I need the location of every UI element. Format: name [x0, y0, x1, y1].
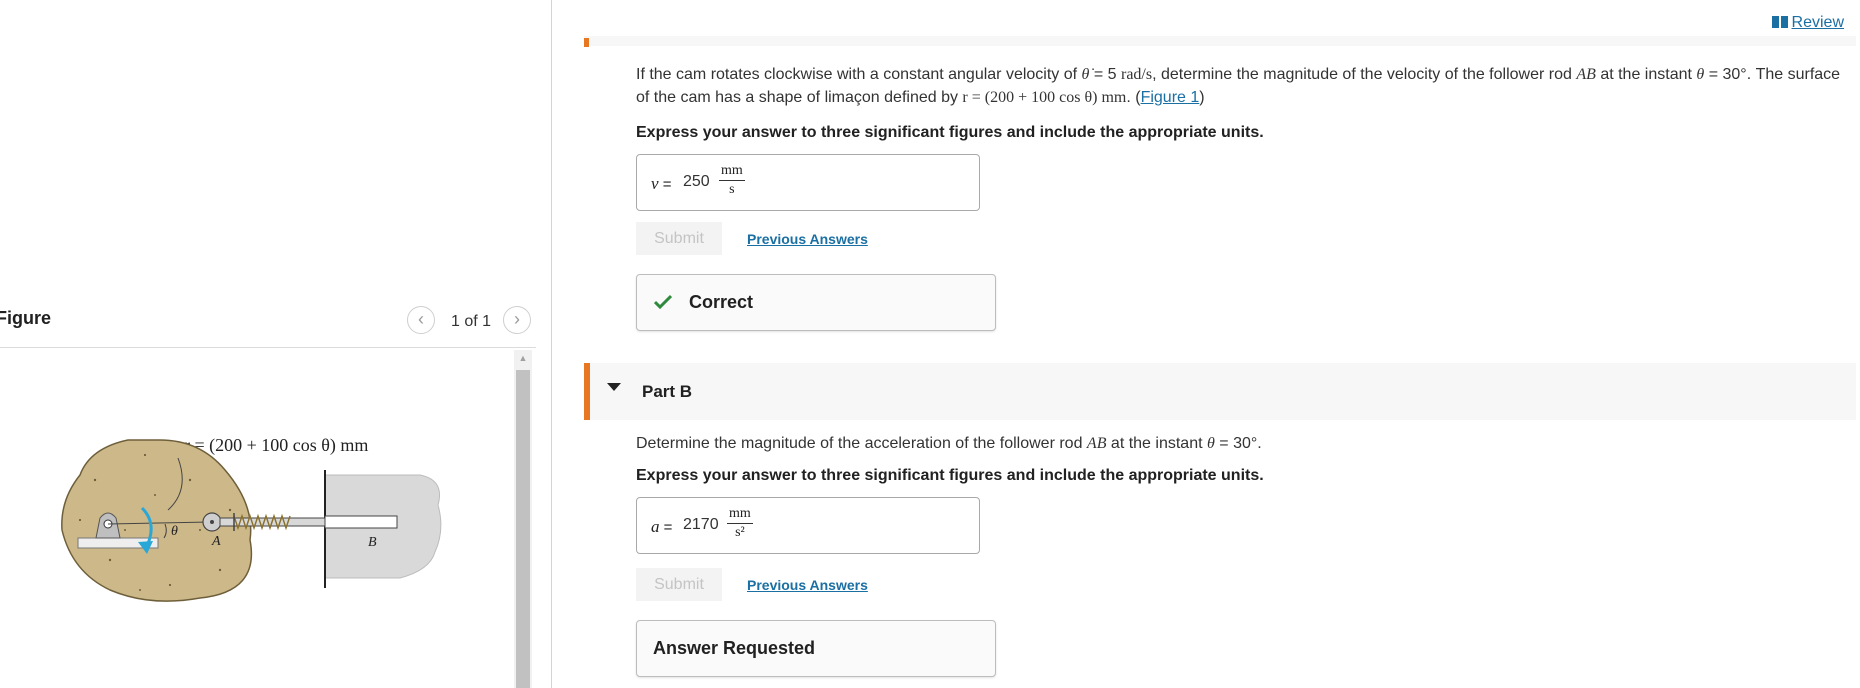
previous-figure-button[interactable]: ‹ [407, 306, 435, 334]
figure-label-b: B [368, 535, 377, 550]
answer-variable: v = [651, 174, 672, 193]
answer-value: 2170 [683, 516, 719, 533]
scrollbar-thumb[interactable] [516, 370, 530, 688]
part-b-previous-answers-link[interactable]: Previous Answers [747, 577, 868, 593]
rod-guide [324, 515, 398, 529]
caret-down-icon[interactable] [607, 383, 621, 391]
answer-requested-label: Answer Requested [653, 638, 816, 658]
review-label: Review [1791, 14, 1844, 31]
scroll-up-arrow-icon[interactable]: ▲ [514, 350, 532, 366]
part-b-title: Part B [642, 382, 693, 401]
part-a-answer-field[interactable]: v = 250 mm s [636, 154, 980, 211]
chevron-right-icon: › [514, 309, 520, 329]
question-panel: Review If the cam rotates clockwise with… [552, 0, 1860, 688]
part-a-accent [584, 38, 589, 47]
part-b-answer-field[interactable]: a = 2170 mm s² [636, 497, 980, 554]
part-a-header-bar [584, 36, 1856, 46]
part-b-feedback: Answer Requested [636, 620, 996, 677]
figure-header: Figure ‹ 1 of 1 › [0, 300, 536, 348]
rod-label: AB [1086, 435, 1107, 452]
figure-equation-label: r = (200 + 100 cos θ) mm [184, 435, 368, 456]
part-a-feedback: Correct [636, 274, 996, 331]
part-b-header[interactable]: Part B [584, 363, 1856, 420]
part-a-submit-button[interactable]: Submit [636, 222, 722, 255]
answer-unit: mm s² [727, 506, 753, 540]
answer-variable: a = [651, 517, 673, 536]
part-b-submit-button[interactable]: Submit [636, 568, 722, 601]
figure-panel: Figure ‹ 1 of 1 › r = (200 + 100 cos θ) … [0, 0, 551, 688]
answer-unit: mm s [719, 163, 745, 197]
checkmark-icon [654, 294, 672, 310]
answer-value: 250 [683, 173, 710, 190]
figure-label-a: A [211, 534, 221, 549]
rod-label: AB [1576, 66, 1596, 83]
part-b-accent [584, 363, 590, 420]
figure-theta-label: θ [171, 524, 178, 539]
cam-follower-figure: r = (200 + 100 cos θ) mm θ A B [61, 435, 442, 602]
figure-counter: 1 of 1 [451, 313, 492, 330]
part-b-instruction: Express your answer to three significant… [636, 467, 1264, 484]
figure-1-link[interactable]: Figure 1 [1141, 89, 1200, 106]
follower-pin [210, 520, 214, 524]
review-link[interactable]: Review [1771, 14, 1844, 32]
part-a-instruction: Express your answer to three significant… [636, 124, 1264, 141]
figure-scrollbar[interactable]: ▲ [514, 350, 532, 688]
part-a-previous-answers-link[interactable]: Previous Answers [747, 231, 868, 247]
part-a-question: If the cam rotates clockwise with a cons… [636, 66, 1841, 106]
book-icon [1771, 16, 1788, 28]
limacon-equation: r = (200 + 100 cos θ) mm [962, 89, 1127, 106]
figure-title: Figure [0, 308, 52, 328]
correct-label: Correct [689, 292, 754, 312]
chevron-left-icon: ‹ [418, 309, 424, 329]
part-b-question: Determine the magnitude of the accelerat… [636, 435, 1262, 452]
omega-units: rad/s [1120, 66, 1153, 83]
next-figure-button[interactable]: › [503, 306, 531, 334]
